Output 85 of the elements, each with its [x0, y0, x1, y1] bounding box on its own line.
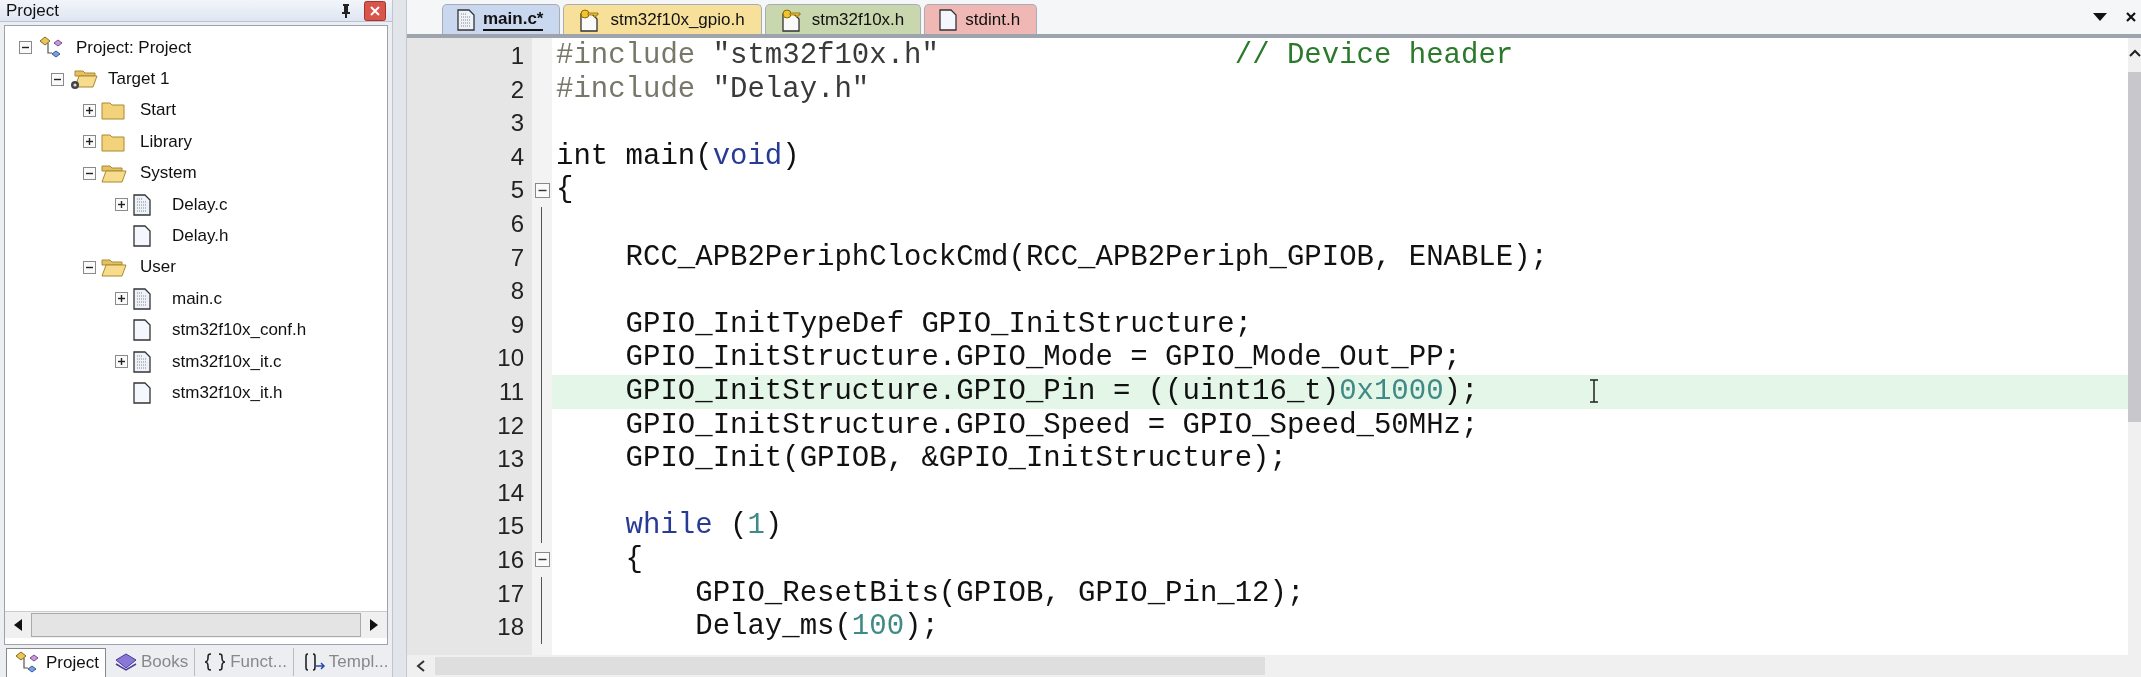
- text-cursor-icon: [1588, 379, 1600, 403]
- expand-toggle[interactable]: [115, 198, 128, 212]
- line-number: 18: [496, 612, 525, 643]
- file-icon: [133, 225, 151, 248]
- line-number: 9: [509, 309, 525, 340]
- line-number: 4: [509, 141, 525, 172]
- line-number: 17: [496, 578, 525, 609]
- line-number: 14: [496, 477, 525, 508]
- code-line: {: [624, 542, 644, 577]
- tree-item[interactable]: Delay.c: [168, 194, 228, 215]
- file-tab[interactable]: main.c*: [442, 4, 561, 34]
- code-line: {: [555, 173, 575, 207]
- line-number: 15: [496, 511, 525, 542]
- folder-icon: [101, 131, 125, 152]
- code-line: GPIO_InitStructure.GPIO_Mode = GPIO_Mode_Out_PP;: [624, 341, 1462, 375]
- source-file-icon: [133, 287, 151, 310]
- source-file-icon: [457, 8, 475, 31]
- tree-item[interactable]: stm32f10x_it.h: [168, 383, 283, 403]
- horizontal-scrollbar[interactable]: [407, 655, 2141, 677]
- line-number: 16: [496, 544, 525, 575]
- expand-toggle[interactable]: [115, 355, 128, 369]
- line-number: 13: [496, 444, 525, 475]
- line-number: 5: [509, 175, 525, 206]
- folder-icon: [101, 100, 125, 121]
- code-editor[interactable]: [407, 38, 2128, 655]
- code-line: Delay_ms(100);: [694, 610, 940, 644]
- code-line: while (1): [624, 509, 784, 543]
- line-number: 2: [509, 74, 525, 105]
- horizontal-scrollbar[interactable]: [5, 611, 387, 638]
- open-folder-icon: [101, 257, 127, 278]
- key-file-icon: [779, 7, 804, 32]
- close-icon[interactable]: [2125, 10, 2137, 24]
- pin-icon[interactable]: [340, 2, 352, 19]
- tree-item[interactable]: main.c: [168, 288, 223, 309]
- tree-item[interactable]: Target 1: [104, 69, 170, 90]
- line-number: 6: [509, 208, 525, 239]
- tree-item[interactable]: Start: [136, 100, 176, 121]
- line-number: 1: [509, 41, 525, 71]
- code-line: GPIO_InitStructure.GPIO_Speed = GPIO_Speed_50MHz;: [624, 408, 1480, 443]
- expand-toggle[interactable]: [83, 135, 96, 149]
- close-icon[interactable]: [364, 0, 386, 21]
- fold-toggle[interactable]: [534, 552, 550, 568]
- code-line: RCC_APB2PeriphClockCmd(RCC_APB2Periph_GPIOB, ENABLE);: [624, 240, 1549, 275]
- tree-item[interactable]: Library: [136, 131, 192, 152]
- braces-icon: [203, 652, 228, 672]
- panel-tab[interactable]: Project: [6, 648, 106, 677]
- code-line: GPIO_ResetBits(GPIOB, GPIO_Pin_12);: [694, 576, 1306, 611]
- tree-item[interactable]: Delay.h: [168, 226, 229, 247]
- line-number: 10: [496, 343, 525, 374]
- tree-item[interactable]: stm32f10x_conf.h: [168, 320, 307, 341]
- line-number: 11: [498, 376, 525, 407]
- tree-item[interactable]: System: [136, 163, 197, 184]
- code-line: int main(void): [555, 139, 801, 174]
- source-file-icon: [133, 193, 151, 216]
- file-tab[interactable]: stm32f10x.h: [764, 4, 922, 34]
- expand-toggle[interactable]: [51, 72, 64, 86]
- line-number: 8: [509, 276, 525, 307]
- expand-toggle[interactable]: [19, 41, 32, 55]
- books-icon: [113, 652, 138, 672]
- file-tab[interactable]: stdint.h: [924, 4, 1038, 34]
- tree-item[interactable]: stm32f10x_it.c: [168, 351, 282, 372]
- tree-item[interactable]: User: [136, 257, 176, 278]
- expand-toggle[interactable]: [83, 260, 96, 274]
- expand-toggle[interactable]: [83, 166, 96, 180]
- tree-item[interactable]: Project: Project: [72, 37, 192, 58]
- source-file-icon: [133, 350, 151, 373]
- target-folder-icon: [69, 67, 99, 92]
- expand-toggle[interactable]: [115, 292, 128, 306]
- file-icon: [939, 8, 958, 31]
- dropdown-icon[interactable]: [2092, 12, 2108, 22]
- file-icon: [133, 382, 151, 404]
- code-line: GPIO_Init(GPIOB, &GPIO_InitStructure);: [624, 442, 1288, 476]
- line-number: 3: [509, 108, 525, 139]
- fold-toggle[interactable]: [534, 182, 550, 198]
- line-number: 7: [509, 242, 525, 273]
- open-folder-icon: [101, 163, 127, 184]
- expand-toggle[interactable]: [83, 103, 96, 117]
- file-tab[interactable]: stm32f10x_gpio.h: [563, 4, 762, 34]
- code-line: #include "stm32f10x.h" // Device header: [555, 39, 1515, 73]
- vertical-scrollbar[interactable]: [2128, 38, 2141, 655]
- line-number: 12: [496, 410, 525, 441]
- code-line: #include "Delay.h": [555, 72, 871, 107]
- code-line: GPIO_InitTypeDef GPIO_InitStructure;: [624, 307, 1254, 342]
- file-icon: [133, 319, 151, 342]
- panel-title: Project: [6, 0, 60, 21]
